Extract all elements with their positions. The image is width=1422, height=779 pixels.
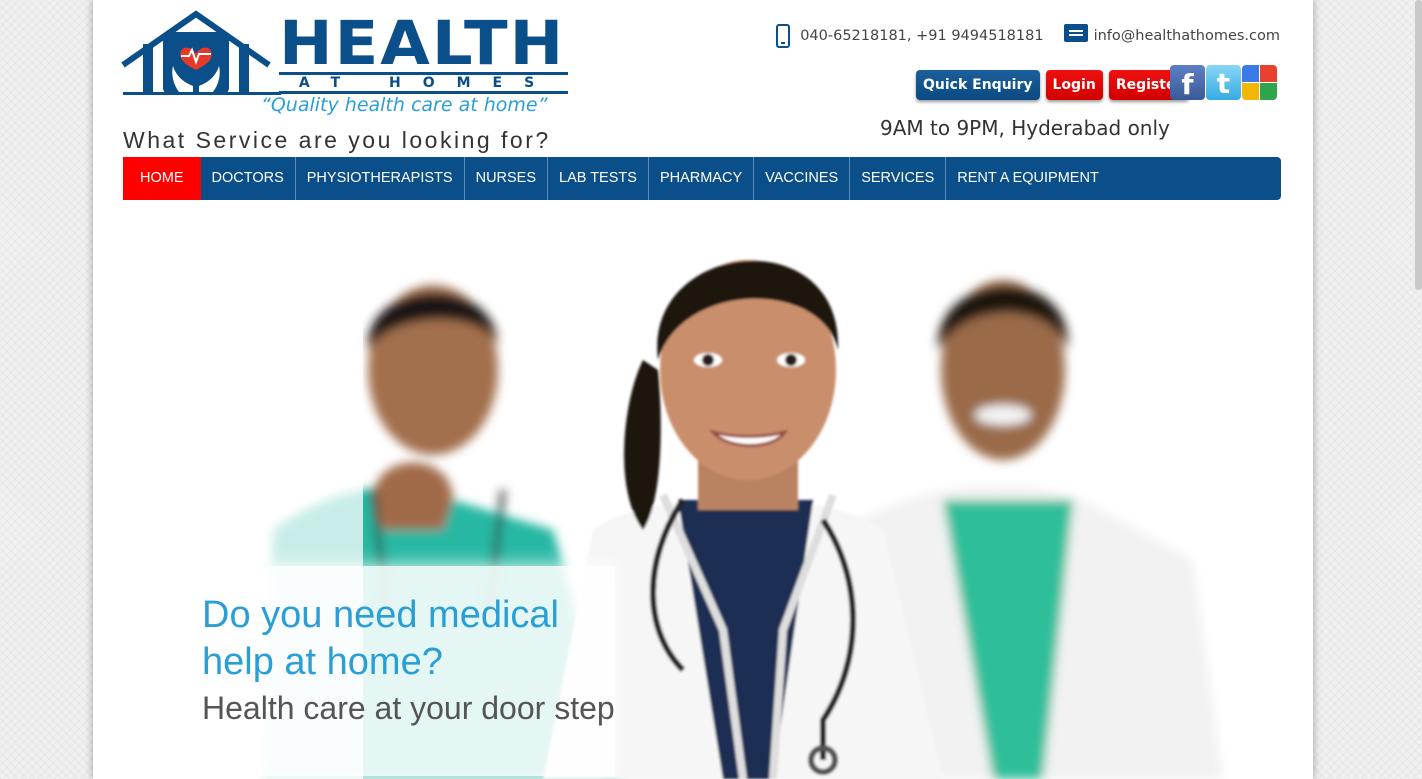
logo-subtitle: AT HOMES — [279, 72, 568, 94]
email-link[interactable]: info@healthathomes.com — [1094, 28, 1280, 44]
email-icon — [1063, 24, 1088, 42]
login-button[interactable]: Login — [1045, 70, 1103, 100]
twitter-icon[interactable]: t — [1206, 65, 1241, 100]
hero-subline: Health care at your door step — [202, 690, 615, 726]
nav-services[interactable]: SERVICES — [850, 157, 947, 200]
facebook-icon[interactable]: f — [1170, 65, 1205, 100]
nav-nurses[interactable]: NURSES — [465, 157, 549, 200]
nav-rent-equipment[interactable]: RENT A EQUIPMENT — [946, 157, 1110, 200]
service-hours: 9AM to 9PM, Hyderabad only — [880, 116, 1170, 140]
logo-title: HEALTH — [279, 8, 566, 80]
header-buttons: Quick Enquiry Login Register — [916, 70, 1190, 100]
phone-icon — [776, 24, 791, 48]
nav-physiotherapists[interactable]: PHYSIOTHERAPISTS — [296, 157, 465, 200]
phone-numbers: 040-65218181, +91 9494518181 — [800, 28, 1044, 44]
google-plus-icon[interactable] — [1242, 65, 1277, 100]
nav-lab-tests[interactable]: LAB TESTS — [548, 157, 649, 200]
nav-pharmacy[interactable]: PHARMACY — [649, 157, 755, 200]
page-scrollbar[interactable] — [1415, 0, 1422, 290]
hero-headline: Do you need medical help at home? — [202, 594, 559, 683]
page: HEALTH AT HOMES “Quality health care at … — [93, 0, 1313, 779]
logo-tagline: “Quality health care at home” — [261, 94, 548, 116]
house-heart-logo-icon — [121, 10, 271, 94]
service-question: What Service are you looking for? — [123, 127, 551, 153]
site-logo[interactable]: HEALTH AT HOMES “Quality health care at … — [121, 10, 571, 120]
main-nav: HOME DOCTORS PHYSIOTHERAPISTS NURSES LAB… — [123, 157, 1281, 200]
hero-banner: Do you need medical help at home? Health… — [123, 200, 1281, 779]
nav-home[interactable]: HOME — [123, 157, 201, 200]
social-links: f t — [1170, 65, 1277, 100]
nav-vaccines[interactable]: VACCINES — [754, 157, 851, 200]
quick-enquiry-button[interactable]: Quick Enquiry — [916, 70, 1040, 100]
contact-bar: 040-65218181, +91 9494518181 info@health… — [776, 24, 1280, 48]
nav-doctors[interactable]: DOCTORS — [201, 157, 296, 200]
hero-text-box: Do you need medical help at home? Health… — [165, 566, 615, 776]
logo-rule — [123, 92, 281, 95]
